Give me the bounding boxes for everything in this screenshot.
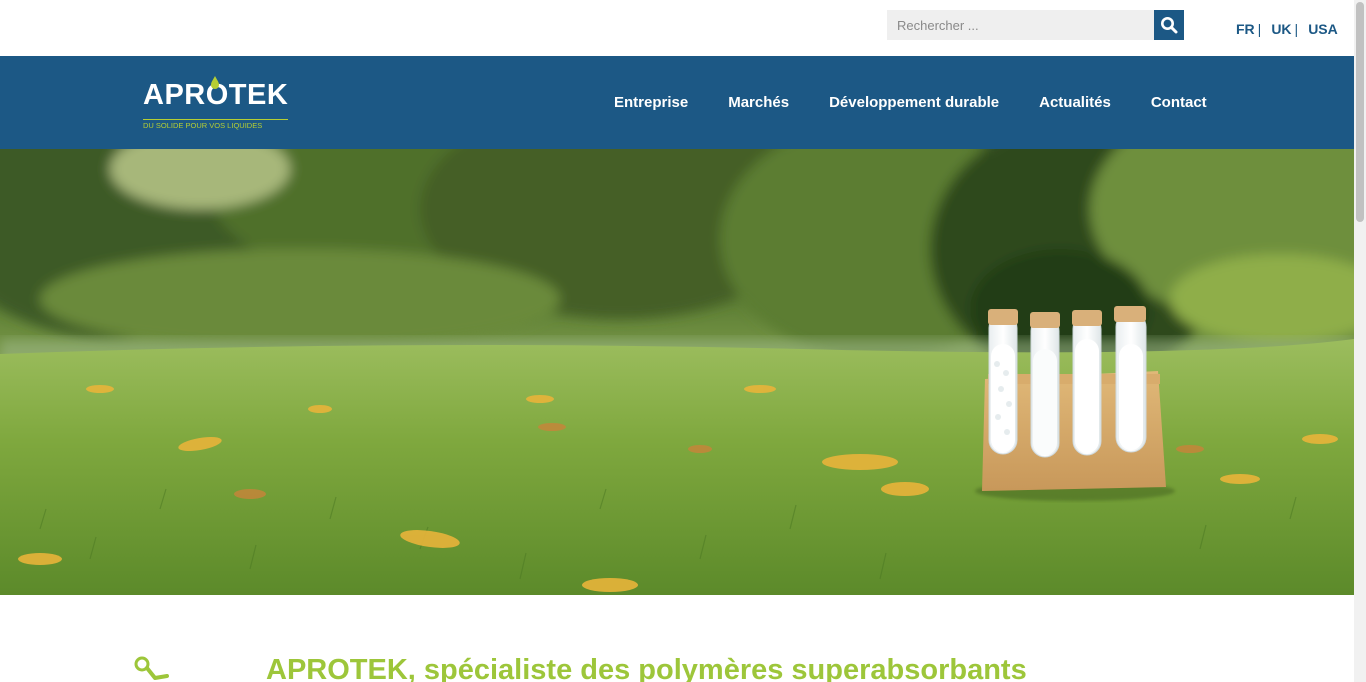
intro-heading: APROTEK, spécialiste des polymères super… [266, 654, 1027, 682]
lang-fr-link[interactable]: FR [1236, 21, 1255, 37]
lang-uk-link[interactable]: UK [1271, 21, 1291, 37]
nav-item-marches[interactable]: Marchés [708, 94, 809, 111]
hero-image [0, 149, 1354, 595]
search-input[interactable] [887, 10, 1154, 40]
nav-item-developpement-durable[interactable]: Développement durable [809, 94, 1019, 111]
page: FR | UK | USA APROTEK DU SOLIDE POUR VOS… [0, 0, 1366, 682]
aprotek-logo[interactable]: APROTEK DU SOLIDE POUR VOS LIQUIDES [143, 76, 293, 132]
scrollbar-thumb[interactable] [1356, 2, 1364, 222]
top-utility-bar: FR | UK | USA [0, 0, 1366, 56]
search-icon [1161, 17, 1178, 34]
lang-usa-link[interactable]: USA [1308, 21, 1338, 37]
nav-item-actualites[interactable]: Actualités [1019, 94, 1131, 111]
language-switcher: FR | UK | USA [1236, 19, 1338, 39]
lang-separator: | [1257, 21, 1262, 37]
logo-tagline: DU SOLIDE POUR VOS LIQUIDES [143, 119, 288, 131]
lang-separator: | [1294, 21, 1299, 37]
search-form [887, 10, 1184, 40]
molecule-icon [134, 656, 169, 680]
nav-item-entreprise[interactable]: Entreprise [594, 94, 708, 111]
droplet-icon [211, 76, 219, 89]
nav-item-contact[interactable]: Contact [1131, 94, 1227, 111]
main-navbar: APROTEK DU SOLIDE POUR VOS LIQUIDES Entr… [0, 56, 1354, 149]
hero-banner [0, 149, 1354, 595]
search-button[interactable] [1154, 10, 1184, 40]
main-nav: Entreprise Marchés Développement durable… [594, 56, 1227, 149]
page-scrollbar[interactable] [1354, 0, 1366, 682]
test-tube-rack [975, 306, 1175, 501]
